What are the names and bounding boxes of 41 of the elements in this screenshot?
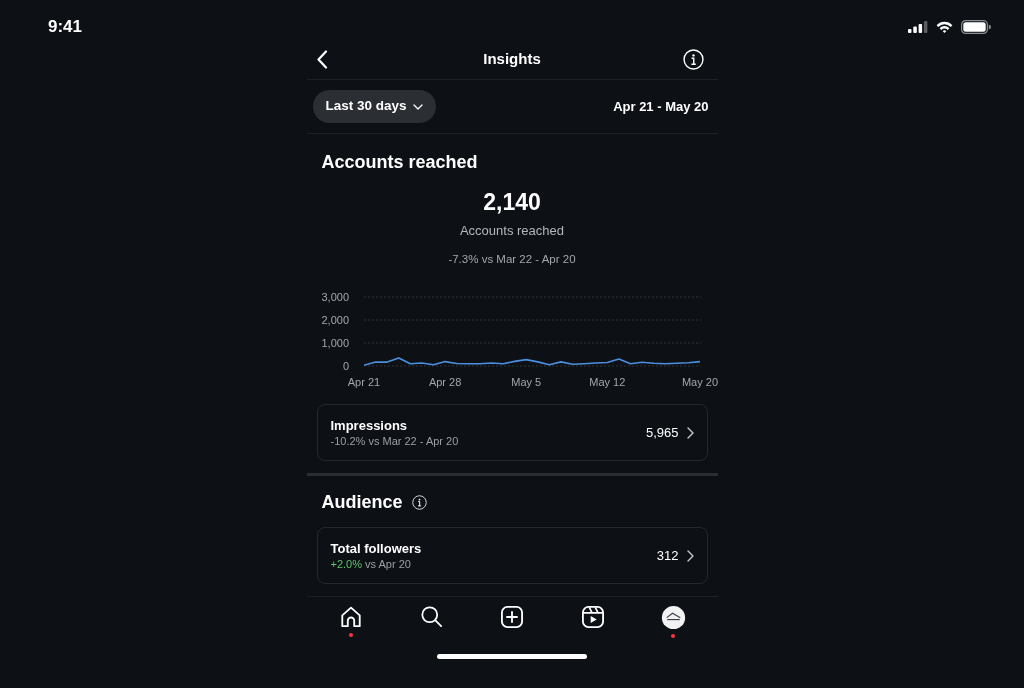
- battery-icon: [961, 20, 991, 34]
- metric-change: +2.0% vs Apr 20: [330, 556, 411, 572]
- x-axis-label: May 20: [681, 376, 718, 388]
- section-title: Accounts reached: [321, 151, 478, 174]
- search-icon[interactable]: [420, 606, 442, 627]
- metric-card[interactable]: Impressions -10.2% vs Mar 22 - Apr 20 5,965: [316, 404, 708, 461]
- wifi-icon: [936, 21, 953, 33]
- back-button[interactable]: [315, 49, 329, 70]
- section-title: Audience: [321, 491, 403, 514]
- metric-label: Impressions: [330, 416, 408, 434]
- info-icon: [411, 494, 427, 510]
- period-dropdown[interactable]: Last 30 days: [312, 90, 436, 123]
- metric-label: Total followers: [330, 539, 422, 557]
- metric-change: -10.2% vs Mar 22 - Apr 20: [330, 433, 459, 449]
- y-axis-label: 1,000: [320, 337, 349, 349]
- y-axis-label: 2,000: [320, 314, 349, 326]
- y-axis-label: 0: [342, 360, 349, 372]
- home-icon[interactable]: [339, 606, 362, 628]
- x-axis-label: Apr 28: [428, 376, 461, 388]
- x-axis-label: May 5: [510, 376, 541, 388]
- avatar-icon[interactable]: [660, 606, 686, 630]
- chevron-right-icon: [686, 549, 694, 562]
- change-text: -7.3% vs Mar 22 - Apr 20: [448, 252, 576, 267]
- y-axis-label: 3,000: [320, 291, 349, 303]
- metric-card[interactable]: Total followers +2.0% vs Apr 20 312: [316, 527, 708, 584]
- chevron-right-icon: [686, 426, 694, 439]
- page-title: Insights: [483, 49, 541, 70]
- date-range: Apr 21 - May 20: [613, 97, 709, 116]
- info-icon[interactable]: [682, 49, 704, 70]
- metric-value: 5,965: [645, 423, 679, 442]
- total-label: Accounts reached: [459, 222, 565, 240]
- video-icon[interactable]: [581, 606, 604, 628]
- add-post-icon[interactable]: [501, 606, 523, 628]
- signal-icon: [908, 21, 928, 33]
- chevron-down-icon: [412, 103, 423, 110]
- status-time: 9:41: [48, 17, 83, 38]
- metric-value: 312: [656, 546, 679, 565]
- x-axis-label: Apr 21: [347, 376, 380, 388]
- back-icon: [315, 50, 328, 69]
- x-axis-label: May 12: [588, 376, 625, 388]
- total-value: 2,140: [483, 188, 541, 217]
